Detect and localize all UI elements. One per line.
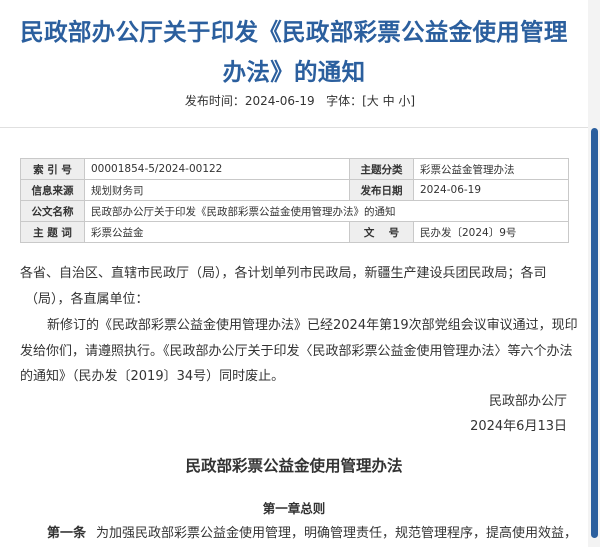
keyword-label: 主 题 词: [20, 221, 85, 243]
publish-label: 发布时间：: [184, 94, 245, 108]
index-label: 索 引 号: [20, 158, 85, 180]
table-row: 公文名称 民政部办公厅关于印发《民政部彩票公益金使用管理办法》的通知: [20, 200, 569, 222]
doc-title-label: 公文名称: [20, 200, 85, 222]
article-paragraph: 第一条 为加强民政部彩票公益金使用管理，明确管理责任，规范管理程序，提高使用效益，: [47, 522, 577, 541]
table-row: 索 引 号 00001854-5/2024-00122 主题分类 彩票公益金管理…: [20, 158, 569, 180]
body-line: 发给你们，请遵照执行。《民政部办公厅关于印发〈民政部彩票公益金使用管理办法〉等六…: [20, 344, 573, 359]
docno-value: 民办发〔2024〕9号: [413, 221, 569, 243]
source-value: 规划财务司: [84, 179, 350, 201]
page-title-line2: 办法》的通知: [222, 58, 366, 86]
index-value: 00001854-5/2024-00122: [84, 158, 350, 180]
category-value: 彩票公益金管理办法: [413, 158, 569, 180]
table-row: 主 题 词 彩票公益金 文 号 民办发〔2024〕9号: [20, 221, 569, 243]
body-line: 各省、自治区、直辖市民政厅（局），各计划单列市民政局，新疆生产建设兵团民政局；各…: [20, 266, 547, 281]
date-label: 发布日期: [349, 179, 414, 201]
article-number: 第一条: [47, 526, 87, 541]
scrollbar-thumb[interactable]: [591, 128, 598, 538]
chapter-heading: 第一章总则: [262, 501, 326, 516]
publish-meta: 发布时间：2024-06-19 字体：[大 中 小]: [0, 92, 600, 109]
source-label: 信息来源: [20, 179, 85, 201]
publish-date: 2024-06-19: [244, 94, 315, 108]
font-size-label: 字体：: [326, 94, 363, 108]
signature-date: 2024年6月13日: [470, 419, 567, 434]
category-label: 主题分类: [349, 158, 414, 180]
docno-label: 文 号: [349, 221, 414, 243]
body-line: （局），各直属单位：: [25, 292, 149, 307]
body-line: 的通知》（民办发〔2019〕34号）同时废止。: [20, 369, 285, 384]
date-value: 2024-06-19: [413, 179, 569, 201]
page-title: 民政部办公厅关于印发《民政部彩票公益金使用管理 办法》的通知: [0, 12, 588, 92]
article-text: 为加强民政部彩票公益金使用管理，明确管理责任，规范管理程序，提高使用效益，: [96, 526, 578, 541]
table-row: 信息来源 规划财务司 发布日期 2024-06-19: [20, 179, 569, 201]
page-title-line1: 民政部办公厅关于印发《民政部彩票公益金使用管理: [20, 18, 568, 46]
keyword-value: 彩票公益金: [84, 221, 350, 243]
header-divider: [0, 127, 588, 128]
doc-title-value: 民政部办公厅关于印发《民政部彩票公益金使用管理办法》的通知: [84, 200, 569, 222]
regulation-title: 民政部彩票公益金使用管理办法: [185, 457, 403, 475]
body-line: 新修订的《民政部彩票公益金使用管理办法》已经2024年第19次部党组会议审议通过…: [47, 318, 578, 333]
signature: 民政部办公厅: [488, 394, 567, 409]
document-info-table: 索 引 号 00001854-5/2024-00122 主题分类 彩票公益金管理…: [20, 158, 569, 243]
article-page: 民政部办公厅关于印发《民政部彩票公益金使用管理 办法》的通知 发布时间：2024…: [0, 0, 588, 547]
font-size-switcher[interactable]: [大 中 小]: [362, 94, 415, 108]
